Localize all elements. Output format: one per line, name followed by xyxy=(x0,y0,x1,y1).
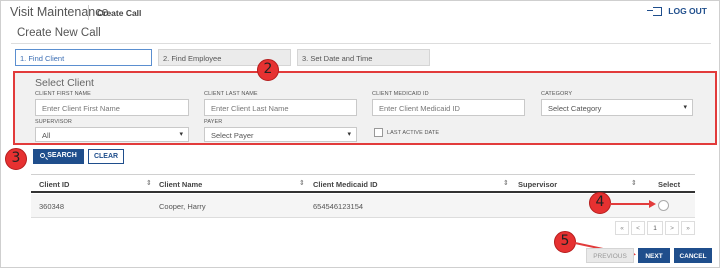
category-value: Select Category xyxy=(548,104,602,113)
column-supervisor[interactable]: Supervisor xyxy=(518,180,557,189)
app-window: Visit Maintenance Create Call LOG OUT Cr… xyxy=(0,0,720,268)
search-button[interactable]: SEARCH xyxy=(33,149,84,164)
first-name-label: CLIENT FIRST NAME xyxy=(35,91,91,97)
callout-4: 4 xyxy=(589,192,611,214)
pager-prev[interactable]: < xyxy=(631,221,645,235)
last-active-date-checkbox[interactable] xyxy=(374,128,383,137)
cancel-button[interactable]: CANCEL xyxy=(674,248,712,263)
sort-icon[interactable]: ⇕ xyxy=(631,179,637,187)
logout-label: LOG OUT xyxy=(668,6,707,16)
select-client-panel: Select Client CLIENT FIRST NAME Enter Cl… xyxy=(13,71,717,145)
caret-down-icon: ▾ xyxy=(179,131,183,138)
payer-select[interactable]: Select Payer ▾ xyxy=(204,127,357,142)
pager-first[interactable]: « xyxy=(615,221,629,235)
medicaid-id-label: CLIENT MEDICAID ID xyxy=(372,91,429,97)
supervisor-label: SUPERVISOR xyxy=(35,119,72,125)
column-client-id[interactable]: Client ID xyxy=(39,180,69,189)
tab-find-client[interactable]: 1. Find Client xyxy=(15,49,152,66)
clear-button[interactable]: CLEAR xyxy=(88,149,124,164)
caret-down-icon: ▾ xyxy=(683,104,687,111)
last-active-date-label: LAST ACTIVE DATE xyxy=(387,130,440,136)
sort-icon[interactable]: ⇕ xyxy=(299,179,305,187)
client-last-name-input[interactable]: Enter Client Last Name xyxy=(204,99,357,116)
client-first-name-input[interactable]: Enter Client First Name xyxy=(35,99,189,116)
cell-client-name: Cooper, Harry xyxy=(159,202,206,211)
callout-2: 2 xyxy=(257,59,279,81)
column-select: Select xyxy=(658,180,681,189)
logout-link[interactable]: LOG OUT xyxy=(647,6,707,16)
page-title: Create New Call xyxy=(17,27,101,39)
pager-last[interactable]: » xyxy=(681,221,695,235)
cell-client-id: 360348 xyxy=(39,202,65,211)
payer-value: Select Payer xyxy=(211,131,254,140)
callout-arrow xyxy=(610,203,651,205)
sort-icon[interactable]: ⇕ xyxy=(503,179,509,187)
search-icon xyxy=(40,153,46,158)
pager-next[interactable]: > xyxy=(665,221,679,235)
select-client-radio[interactable] xyxy=(658,200,669,211)
client-medicaid-id-input[interactable]: Enter Client Medicaid ID xyxy=(372,99,525,116)
cell-medicaid-id: 654546123154 xyxy=(313,202,364,211)
tab-set-date-time[interactable]: 3. Set Date and Time xyxy=(297,49,430,66)
sort-icon[interactable]: ⇕ xyxy=(146,179,152,187)
payer-label: PAYER xyxy=(204,119,223,125)
title-divider xyxy=(11,43,711,44)
column-medicaid-id[interactable]: Client Medicaid ID xyxy=(313,180,378,189)
category-select[interactable]: Select Category ▾ xyxy=(541,99,693,116)
logout-icon xyxy=(647,6,663,16)
category-label: CATEGORY xyxy=(541,91,573,97)
panel-title: Select Client xyxy=(35,77,94,89)
table-header: Client ID ⇕ Client Name ⇕ Client Medicai… xyxy=(31,174,695,193)
last-name-label: CLIENT LAST NAME xyxy=(204,91,258,97)
header-divider xyxy=(88,5,89,20)
top-bar: Visit Maintenance Create Call LOG OUT xyxy=(1,1,719,25)
supervisor-select[interactable]: All ▾ xyxy=(35,127,189,142)
previous-button[interactable]: PREVIOUS xyxy=(586,248,634,263)
callout-arrow-head xyxy=(649,200,656,208)
next-button[interactable]: NEXT xyxy=(638,248,670,263)
caret-down-icon: ▾ xyxy=(347,131,351,138)
supervisor-value: All xyxy=(42,131,51,140)
pager-page-1[interactable]: 1 xyxy=(647,221,663,235)
column-client-name[interactable]: Client Name xyxy=(159,180,202,189)
breadcrumb: Create Call xyxy=(97,8,142,18)
callout-5: 5 xyxy=(554,231,576,253)
search-label: SEARCH xyxy=(47,152,77,159)
app-title: Visit Maintenance xyxy=(10,5,109,19)
callout-3: 3 xyxy=(5,148,27,170)
